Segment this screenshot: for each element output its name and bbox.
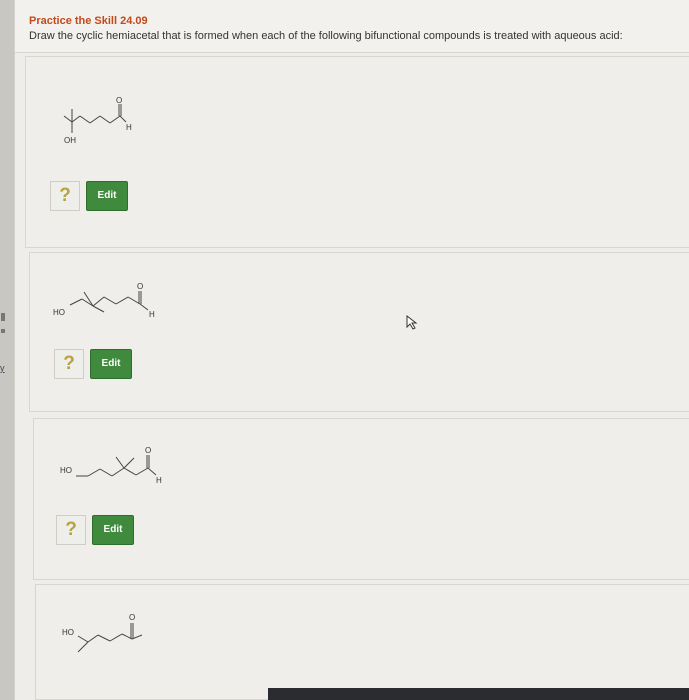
side-edge-mark [1, 329, 5, 333]
side-letter: y [0, 363, 5, 373]
compound-panel-4: O HO [35, 584, 689, 700]
oxygen-label: O [145, 446, 151, 455]
aldehyde-h-label: H [126, 123, 132, 132]
compound-panel-2: O H HO ? Edit [29, 252, 689, 412]
aldehyde-h-label: H [149, 310, 155, 319]
question-page: Practice the Skill 24.09 Draw the cyclic… [14, 0, 689, 700]
hydroxyl-label: HO [60, 466, 72, 475]
instructions-text: Draw the cyclic hemiacetal that is forme… [29, 30, 623, 42]
molecule-structure-2: O H HO [53, 282, 155, 319]
mouse-pointer-icon [406, 315, 418, 330]
taskbar-strip [268, 688, 689, 700]
side-edge-mark [1, 313, 5, 321]
edit-button[interactable]: Edit [90, 349, 132, 379]
hydroxyl-label: OH [64, 136, 76, 145]
hydroxyl-label: HO [62, 628, 74, 637]
compound-panel-3: O H HO ? Edit [33, 418, 689, 580]
oxygen-label: O [129, 613, 135, 622]
edit-button[interactable]: Edit [86, 181, 128, 211]
edit-button[interactable]: Edit [92, 515, 134, 545]
aldehyde-h-label: H [156, 476, 162, 485]
help-button[interactable]: ? [50, 181, 80, 211]
help-button[interactable]: ? [56, 515, 86, 545]
question-header: Practice the Skill 24.09 Draw the cyclic… [15, 0, 689, 53]
page-title: Practice the Skill 24.09 [29, 15, 148, 27]
compound-panel-1: O H OH ? Edit [25, 56, 689, 248]
molecule-structure-1: O H OH [63, 96, 132, 145]
hydroxyl-label: HO [53, 308, 65, 317]
oxygen-label: O [137, 282, 143, 291]
oxygen-label: O [116, 96, 122, 105]
help-button[interactable]: ? [54, 349, 84, 379]
molecule-structure-4: O HO [62, 613, 143, 653]
molecule-structure-3: O H HO [60, 446, 162, 485]
